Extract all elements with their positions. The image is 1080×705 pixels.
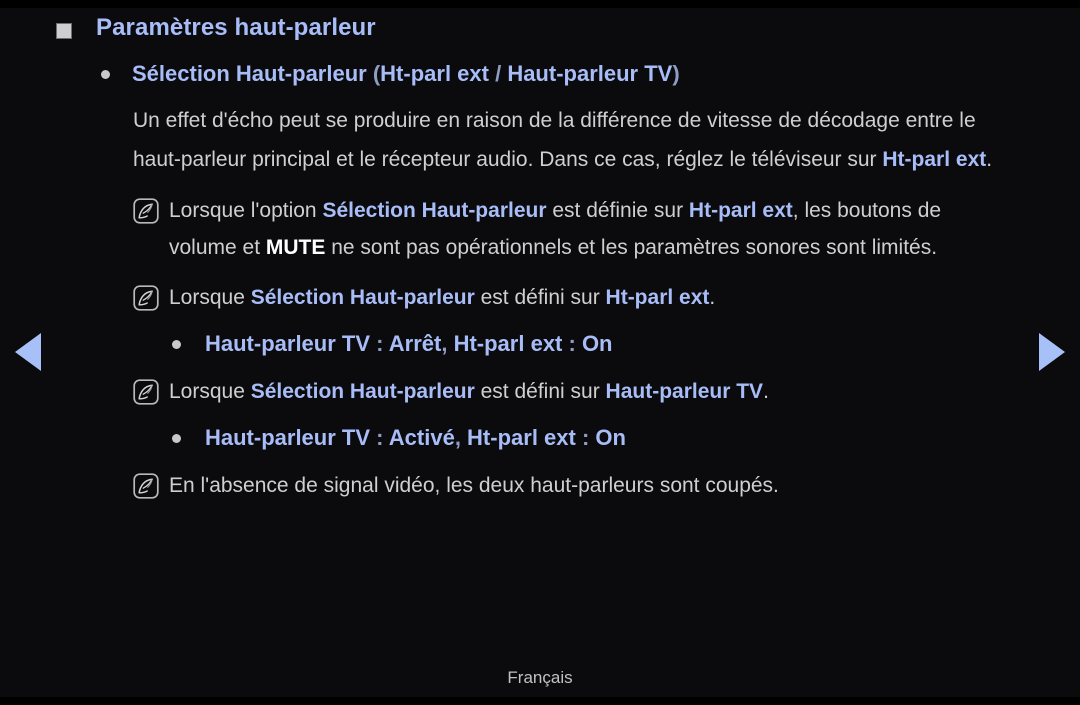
note-segment: En l'absence de signal vidéo, les deux h… xyxy=(169,474,779,497)
note-row: Lorsque l'option Sélection Haut-parleur … xyxy=(0,192,1080,266)
note-segment: est défini sur xyxy=(474,286,606,309)
note-segment: . xyxy=(709,286,716,309)
note-segment: Ht-parl ext xyxy=(688,199,793,222)
note-row: Lorsque Sélection Haut-parleur est défin… xyxy=(0,279,1080,316)
dot-bullet-icon xyxy=(101,70,110,79)
sub-bullet-segment: : xyxy=(370,425,389,450)
sub-bullet-segment: , xyxy=(441,331,454,356)
dot-bullet-icon xyxy=(172,340,181,349)
note-text: Lorsque l'option Sélection Haut-parleur … xyxy=(133,192,1010,266)
sub-bullet-row: Haut-parleur TV : Arrêt, Ht-parl ext : O… xyxy=(0,328,1080,360)
note-segment: est définie sur xyxy=(546,199,689,222)
dot-bullet-icon xyxy=(172,434,181,443)
note-text: Lorsque Sélection Haut-parleur est défin… xyxy=(133,373,1010,410)
description-highlight: Ht-parl ext xyxy=(882,148,987,171)
note-row: En l'absence de signal vidéo, les deux h… xyxy=(0,467,1080,504)
sub-bullet-segment: Ht-parl ext xyxy=(453,331,563,356)
note-segment: ne sont pas opérationnels et les paramèt… xyxy=(325,236,938,259)
note-segment: Lorsque xyxy=(169,380,251,403)
sub-bullet-segment: : xyxy=(575,425,596,450)
sub-bullet-segment: , xyxy=(454,425,468,450)
section-close-paren: ) xyxy=(672,61,680,86)
sub-bullet-segment: On xyxy=(595,425,626,450)
note-feather-icon xyxy=(133,473,159,499)
description-part2: . xyxy=(986,148,993,171)
section-term: Sélection Haut-parleur xyxy=(132,61,367,86)
sub-bullet-segment: Activé xyxy=(388,425,455,450)
note-segment: Sélection Haut-parleur xyxy=(250,380,475,403)
sub-bullet-segment: : xyxy=(562,331,582,356)
note-segment: MUTE xyxy=(265,236,326,259)
sub-bullet-segment: : xyxy=(370,331,389,356)
help-content: Paramètres haut-parleur Sélection Haut-p… xyxy=(0,0,1080,504)
square-bullet-icon xyxy=(56,23,72,39)
page-title-row: Paramètres haut-parleur xyxy=(0,14,1080,42)
note-segment: Lorsque l'option xyxy=(169,199,323,222)
section-option-b: Haut-parleur TV xyxy=(507,61,673,86)
note-segment: . xyxy=(763,380,769,403)
note-row: Lorsque Sélection Haut-parleur est défin… xyxy=(0,373,1080,410)
note-feather-icon xyxy=(133,285,159,311)
sub-bullet-segment: Arrêt xyxy=(388,331,442,356)
note-feather-icon xyxy=(133,379,159,405)
sub-bullet-text: Haut-parleur TV : Activé, Ht-parl ext : … xyxy=(205,422,626,454)
note-segment: Haut-parleur TV xyxy=(605,380,764,403)
note-text: En l'absence de signal vidéo, les deux h… xyxy=(133,467,1010,504)
sub-bullet-segment: On xyxy=(581,331,613,356)
description-paragraph: Un effet d'écho peut se produire en rais… xyxy=(0,101,1080,179)
note-segment: Sélection Haut-parleur xyxy=(322,199,547,222)
note-segment: Lorsque xyxy=(169,286,251,309)
description-part1: Un effet d'écho peut se produire en rais… xyxy=(133,109,976,171)
section-bullet-row: Sélection Haut-parleur (Ht-parl ext / Ha… xyxy=(0,58,1080,90)
section-open-paren: ( xyxy=(366,61,381,86)
sub-bullet-segment: Haut-parleur TV xyxy=(205,331,371,356)
page-title: Paramètres haut-parleur xyxy=(96,14,376,41)
section-separator: / xyxy=(488,61,508,86)
sub-bullet-text: Haut-parleur TV : Arrêt, Ht-parl ext : O… xyxy=(205,328,613,360)
note-segment: Ht-parl ext xyxy=(605,286,710,309)
language-footer: Français xyxy=(507,668,573,687)
sub-bullet-segment: Haut-parleur TV xyxy=(205,425,371,450)
note-feather-icon xyxy=(133,198,159,224)
note-segment: est défini sur xyxy=(474,380,606,403)
sub-bullet-row: Haut-parleur TV : Activé, Ht-parl ext : … xyxy=(0,422,1080,454)
sub-bullet-segment: Ht-parl ext xyxy=(467,425,576,450)
section-bullet-text: Sélection Haut-parleur (Ht-parl ext / Ha… xyxy=(132,58,680,90)
tv-help-screen: Paramètres haut-parleur Sélection Haut-p… xyxy=(0,0,1080,705)
note-segment: Sélection Haut-parleur xyxy=(250,286,475,309)
screen-bottom-band xyxy=(0,697,1080,705)
section-option-a: Ht-parl ext xyxy=(380,61,489,86)
note-text: Lorsque Sélection Haut-parleur est défin… xyxy=(133,279,1010,316)
